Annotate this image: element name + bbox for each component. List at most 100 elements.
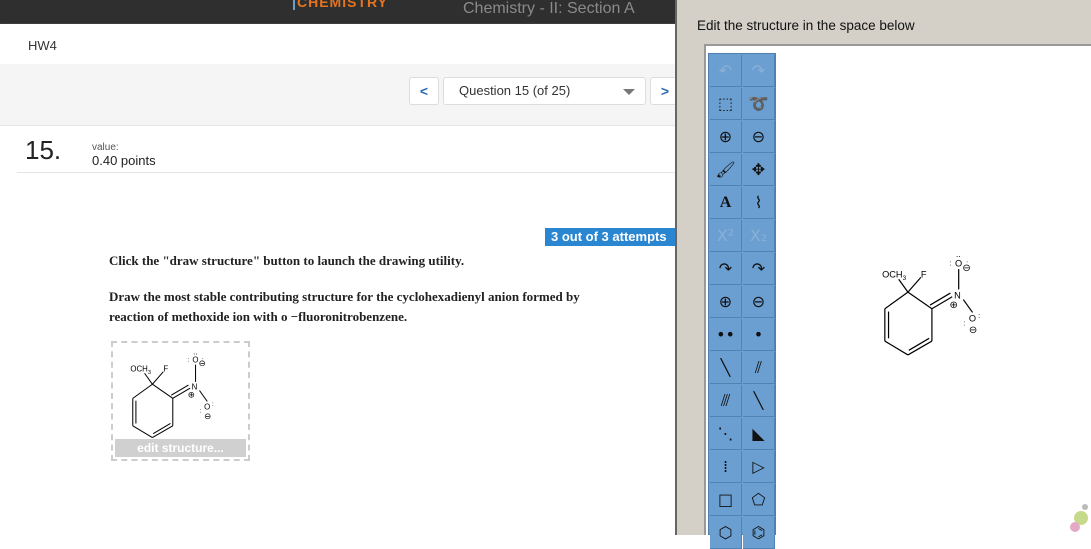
subscript-icon: X₂: [749, 226, 768, 245]
brand-logo: CHEMISTRY: [293, 0, 393, 10]
lone-pair-tool-button[interactable]: ••: [710, 319, 742, 351]
rect-select-icon: ⬚: [717, 94, 734, 113]
pentagon-tool-button[interactable]: ⬠: [743, 484, 775, 516]
dashed-bond-icon: ⋱: [717, 424, 734, 443]
text-tool-button[interactable]: A: [710, 187, 742, 219]
zoom-in-icon: ⊕: [718, 127, 733, 146]
rect-select-tool-button[interactable]: ⬚: [710, 88, 742, 120]
single-bond-tool-button[interactable]: ╲: [710, 352, 742, 384]
svg-text:⊕: ⊕: [188, 390, 195, 400]
square-tool-button[interactable]: □: [710, 484, 742, 516]
assignment-header: HW4: [0, 24, 680, 64]
curved-arrow-pair-icon: ↷: [718, 259, 733, 278]
svg-text::: :: [966, 258, 968, 267]
double-bond-tool-button[interactable]: ⫽: [743, 352, 775, 384]
svg-text::: :: [978, 311, 980, 320]
chevron-down-icon: [623, 89, 635, 95]
zoom-out-icon: ⊖: [751, 127, 766, 146]
svg-text::: :: [949, 258, 951, 267]
zoom-in-tool-button[interactable]: ⊕: [710, 121, 742, 153]
zoom-out-tool-button[interactable]: ⊖: [743, 121, 775, 153]
radical-tool-button[interactable]: •: [743, 319, 775, 351]
text-icon: A: [719, 193, 732, 211]
svg-text:‥: ‥: [193, 349, 197, 356]
eraser-tool-button[interactable]: 🖌: [710, 154, 742, 186]
hexagon-tool-button[interactable]: ⬡: [710, 517, 742, 549]
prev-question-button[interactable]: <: [409, 77, 439, 105]
undo-icon: ↶: [718, 61, 733, 80]
svg-text:F: F: [163, 365, 168, 374]
benzene-tool-button[interactable]: ⌬: [743, 517, 775, 549]
svg-text:OCH3: OCH3: [130, 365, 150, 376]
question-text: Draw the most stable contributing struct…: [109, 289, 580, 304]
curved-arrow-pair-tool-button[interactable]: ↷: [710, 253, 742, 285]
svg-text::: :: [199, 407, 201, 414]
subscript-tool-button[interactable]: X₂: [743, 220, 775, 252]
wedge-bond-tool-button[interactable]: ◣: [743, 418, 775, 450]
eraser-icon: 🖌: [715, 160, 736, 179]
benzene-icon: ⌬: [751, 523, 766, 542]
svg-text::: :: [212, 401, 214, 408]
hashed-wedge-icon: ⁞: [722, 457, 729, 476]
svg-text:‥: ‥: [956, 250, 961, 259]
pentagon-icon: ⬠: [751, 490, 766, 509]
question-text-2: reaction of methoxide ion with o −fluoro…: [109, 309, 408, 324]
question-select-label: Question 15 (of 25): [459, 83, 571, 98]
lasso-icon: ➰: [748, 94, 769, 113]
move-icon: ✥: [751, 160, 766, 179]
curved-arrow-single-tool-button[interactable]: ↷: [743, 253, 775, 285]
instruction-text: Click the "draw structure" button to lau…: [109, 253, 465, 268]
superscript-icon: X²: [716, 226, 735, 245]
structure-editor-panel: Edit the structure in the space below OC…: [675, 0, 1091, 549]
triangle-icon: ▷: [752, 457, 765, 476]
svg-text::: :: [188, 356, 190, 363]
points-value: 0.40 points: [92, 153, 156, 168]
double-bond-icon: ⫽: [754, 357, 763, 377]
single-bond-icon: ╲: [720, 358, 731, 377]
molecule-drawing: OCH3 F N ⊕ O ⊖ O ⊖ ‥:: ::: [130, 349, 214, 439]
minus-charge-icon: ⊖: [751, 292, 766, 311]
move-tool-button[interactable]: ✥: [743, 154, 775, 186]
svg-text:O: O: [969, 314, 976, 324]
svg-text:O: O: [192, 355, 198, 364]
hashed-wedge-tool-button[interactable]: ⁞: [710, 451, 742, 483]
triple-bond-icon: ⫻: [720, 390, 731, 410]
editor-title: Edit the structure in the space below: [697, 18, 915, 33]
molecule-drawing: OCH3 F N ⊕ O ⊖ O ⊖ ‥:: ::: [882, 250, 980, 356]
svg-text:⊖: ⊖: [204, 411, 211, 421]
assignment-title: HW4: [28, 38, 57, 53]
superscript-tool-button[interactable]: X²: [710, 220, 742, 252]
radical-icon: •: [753, 325, 764, 344]
svg-text:⊖: ⊖: [969, 325, 978, 336]
triangle-tool-button[interactable]: ▷: [743, 451, 775, 483]
bold-bond-icon: ╲: [753, 391, 764, 410]
dashed-bond-tool-button[interactable]: ⋱: [710, 418, 742, 450]
svg-text::: :: [202, 356, 204, 363]
curved-arrow-single-icon: ↷: [751, 259, 766, 278]
undo-tool-button[interactable]: ↶: [710, 55, 742, 87]
redo-tool-button[interactable]: ↷: [743, 55, 775, 87]
triple-bond-tool-button[interactable]: ⫻: [710, 385, 742, 417]
svg-text:O: O: [955, 258, 962, 268]
svg-text:⊕: ⊕: [949, 300, 958, 311]
minus-charge-tool-button[interactable]: ⊖: [743, 286, 775, 318]
decorative-shape-icon: [1070, 504, 1088, 532]
square-icon: □: [717, 490, 734, 509]
divider: [17, 172, 680, 173]
plus-charge-tool-button[interactable]: ⊕: [710, 286, 742, 318]
question-nav: < Question 15 (of 25) >: [0, 64, 680, 126]
course-title: Chemistry - II: Section A: [463, 0, 635, 17]
chain-tool-button[interactable]: ⌇: [743, 187, 775, 219]
structure-thumbnail[interactable]: OCH3 F N ⊕ O ⊖ O ⊖ ‥:: :: edit structure…: [111, 341, 250, 461]
lasso-tool-button[interactable]: ➰: [743, 88, 775, 120]
molecule-container: OCH3 F N ⊕ O ⊖ O ⊖ ‥:: ::: [121, 345, 232, 447]
attempts-badge: 3 out of 3 attempts: [545, 228, 680, 246]
svg-text:OCH3: OCH3: [882, 269, 907, 282]
question-select[interactable]: Question 15 (of 25): [443, 77, 646, 105]
hexagon-icon: ⬡: [718, 523, 733, 542]
chain-icon: ⌇: [754, 193, 763, 212]
bold-bond-tool-button[interactable]: ╲: [743, 385, 775, 417]
redo-icon: ↷: [751, 61, 766, 80]
top-bar: CHEMISTRY Chemistry - II: Section A: [0, 0, 680, 24]
edit-structure-button[interactable]: edit structure...: [115, 439, 246, 457]
